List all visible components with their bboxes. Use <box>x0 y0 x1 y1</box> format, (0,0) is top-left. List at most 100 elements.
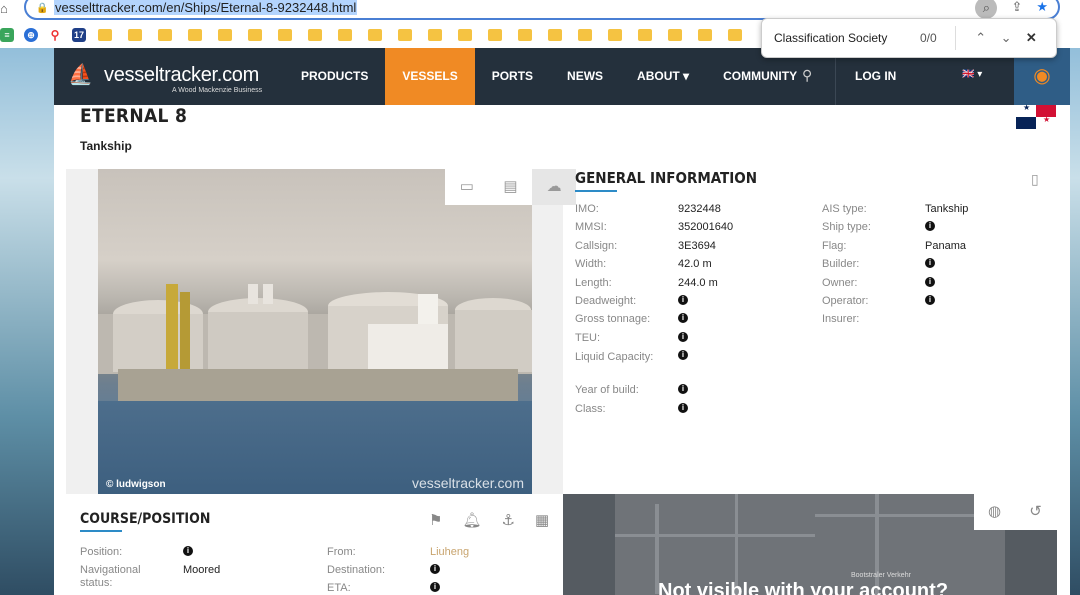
info-icon[interactable]: i <box>925 258 935 269</box>
map-message: Not visible with your account? <box>658 580 949 595</box>
nav-news[interactable]: NEWS <box>550 48 620 105</box>
folder-icon[interactable] <box>158 29 172 41</box>
folder-icon[interactable] <box>458 29 472 41</box>
home-icon[interactable]: ⌂ <box>0 1 8 16</box>
course-row-destination: Destination: i <box>327 564 547 582</box>
chevron-down-icon[interactable]: ⌄ <box>993 30 1018 46</box>
anchor-icon[interactable]: ⚓︎ <box>502 511 515 529</box>
folder-icon[interactable] <box>488 29 502 41</box>
info-icon[interactable]: i <box>678 313 688 324</box>
find-input[interactable]: Classification Society <box>774 31 920 45</box>
folder-icon[interactable] <box>698 29 712 41</box>
course-row-eta: ETA: i <box>327 582 547 595</box>
folder-icon[interactable] <box>578 29 592 41</box>
share-icon[interactable]: ⇪ <box>1011 0 1022 19</box>
info-value: Moored <box>183 564 221 576</box>
folder-icon[interactable] <box>338 29 352 41</box>
nav-products[interactable]: PRODUCTS <box>284 48 385 105</box>
info-icon[interactable]: i <box>678 402 688 413</box>
divider <box>955 26 957 50</box>
folder-icon[interactable] <box>398 29 412 41</box>
globe-icon[interactable]: ◍ <box>974 494 1015 530</box>
general-info-left: IMO: 9232448 MMSI: 352001640 Callsign: 3E36… <box>575 203 795 421</box>
port-link[interactable]: Liuheng <box>430 546 469 564</box>
title-underline <box>80 530 122 532</box>
folder-icon[interactable] <box>218 29 232 41</box>
folder-icon[interactable] <box>308 29 322 41</box>
nav-vessels[interactable]: VESSELS <box>385 48 475 105</box>
maps-bookmark-icon[interactable]: ⚲ <box>48 28 62 42</box>
language-flag-icon[interactable]: 🇬🇧 ▾ <box>962 69 982 80</box>
logo-tagline: A Wood Mackenzie Business <box>172 87 263 94</box>
site-logo[interactable]: ⛵ vesseltracker.com A Wood Mackenzie Bus… <box>54 48 284 105</box>
info-icon[interactable]: i <box>430 582 440 592</box>
calendar-icon[interactable]: ▦ <box>535 511 549 529</box>
flag-icon[interactable]: ⚑ <box>429 511 442 529</box>
cloud-upload-icon[interactable]: ☁ <box>532 169 577 205</box>
nav-about[interactable]: ABOUT ▾ <box>620 48 706 105</box>
print-icon[interactable]: ▯ <box>1031 171 1039 188</box>
folder-icon[interactable] <box>668 29 682 41</box>
info-row-ship-type: Ship type: i <box>822 221 1042 239</box>
folder-icon[interactable] <box>278 29 292 41</box>
map-label: Bootstraler Verkehr <box>851 572 911 579</box>
info-icon[interactable]: i <box>925 276 935 287</box>
course-left: Position: i Navigational status: Moored <box>80 546 300 592</box>
course-toolbar: ⚑ 🔔︎ ⚓︎ ▦ <box>429 511 549 529</box>
folder-icon[interactable] <box>188 29 202 41</box>
info-row-width: Width: 42.0 m <box>575 258 795 276</box>
folder-icon[interactable] <box>368 29 382 41</box>
folder-icon[interactable] <box>638 29 652 41</box>
info-row-owner: Owner: i <box>822 276 1042 295</box>
info-label: MMSI: <box>575 221 607 234</box>
course-position-panel: COURSE/POSITION ⚑ 🔔︎ ⚓︎ ▦ Position: i Nav… <box>66 494 563 595</box>
folder-icon[interactable] <box>518 29 532 41</box>
search-page-icon[interactable]: ⌕ <box>975 0 998 19</box>
info-icon[interactable]: i <box>678 384 688 395</box>
folder-icon[interactable] <box>98 29 112 41</box>
info-icon[interactable]: i <box>430 564 440 574</box>
photo-watermark: vesseltracker.com <box>411 475 524 491</box>
globe-bookmark-icon[interactable]: ⊕ <box>24 28 38 42</box>
gallery-icon[interactable]: ▭ <box>445 169 489 205</box>
calendar-bookmark-icon[interactable]: 17 <box>72 28 86 42</box>
info-icon[interactable]: i <box>925 221 935 232</box>
info-icon[interactable]: i <box>678 294 688 305</box>
info-value: 3E3694 <box>678 239 716 252</box>
info-icon[interactable]: i <box>183 546 193 556</box>
panama-flag-icon: ★ ★ <box>1016 103 1056 129</box>
info-row-liquid-capacity: Liquid Capacity: i <box>575 350 795 384</box>
info-label: Callsign: <box>575 239 618 252</box>
info-icon[interactable]: i <box>678 331 688 342</box>
nav-ports[interactable]: PORTS <box>475 48 550 105</box>
info-value: 244.0 m <box>678 276 718 289</box>
ship-header: ETERNAL 8 Tankship ★ ★ <box>54 103 1070 169</box>
bookmark-star-icon[interactable]: ★ <box>1036 0 1048 19</box>
folder-icon[interactable] <box>728 29 742 41</box>
ship-photo[interactable]: © ludwigson vesseltracker.com <box>98 169 532 494</box>
folder-icon[interactable] <box>608 29 622 41</box>
info-label: Navigational status: <box>80 564 141 589</box>
url-text[interactable]: vesselttracker.com/en/Ships/Eternal-8-92… <box>54 0 358 15</box>
close-icon[interactable]: ✕ <box>1019 30 1044 46</box>
info-label: AIS type: <box>822 203 867 215</box>
info-row-year-of-build: Year of build: i <box>575 384 795 402</box>
info-value: 352001640 <box>678 221 734 234</box>
folder-icon[interactable] <box>548 29 562 41</box>
info-label: Position: <box>80 546 123 558</box>
info-icon[interactable]: i <box>925 294 935 305</box>
url-input[interactable]: 🔒 vesselttracker.com/en/Ships/Eternal-8-… <box>24 0 1060 20</box>
info-icon[interactable]: i <box>678 350 688 361</box>
info-label: Class: <box>575 402 606 415</box>
film-icon[interactable]: ▤ <box>489 169 533 205</box>
search-icon[interactable]: ⚲ <box>802 67 812 84</box>
apps-icon[interactable]: ≡ <box>0 28 14 42</box>
folder-icon[interactable] <box>248 29 262 41</box>
chevron-up-icon[interactable]: ⌃ <box>968 30 993 46</box>
folder-icon[interactable] <box>128 29 142 41</box>
history-icon[interactable]: ↺ <box>1015 494 1056 530</box>
info-value: 42.0 m <box>678 258 712 271</box>
folder-icon[interactable] <box>428 29 442 41</box>
bell-icon[interactable]: 🔔︎ <box>462 511 481 529</box>
info-label: Insurer: <box>822 313 860 326</box>
